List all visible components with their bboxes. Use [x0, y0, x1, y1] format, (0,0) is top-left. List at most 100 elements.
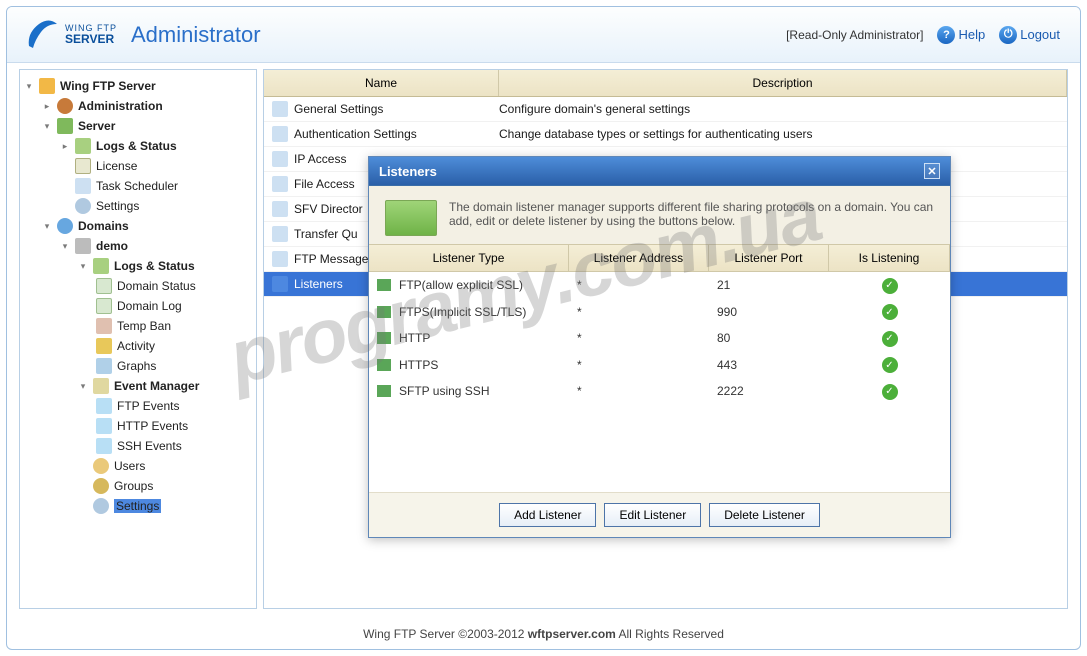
folder-icon — [57, 118, 73, 134]
listener-row[interactable]: SFTP using SSH*2222✓ — [369, 378, 950, 405]
doc-icon — [96, 298, 112, 314]
collapse-icon[interactable]: ▾ — [42, 221, 52, 231]
row-name: IP Access — [294, 152, 346, 166]
listener-address: * — [577, 331, 717, 345]
listener-row[interactable]: HTTPS*443✓ — [369, 352, 950, 379]
row-name: Authentication Settings — [294, 127, 417, 141]
logout-link[interactable]: ⏻ Logout — [999, 26, 1060, 44]
ssh-icon — [96, 438, 112, 454]
row-icon — [272, 201, 288, 217]
tree-temp-ban[interactable]: Temp Ban — [24, 316, 252, 336]
collapse-icon[interactable]: ▾ — [78, 381, 88, 391]
tree-http-events[interactable]: HTTP Events — [24, 416, 252, 436]
collapse-icon[interactable]: ▾ — [78, 261, 88, 271]
tree-root[interactable]: ▾Wing FTP Server — [24, 76, 252, 96]
listener-row[interactable]: HTTP*80✓ — [369, 325, 950, 352]
groups-icon — [93, 478, 109, 494]
tree-demo[interactable]: ▾demo — [24, 236, 252, 256]
collapse-icon[interactable]: ▾ — [60, 241, 70, 251]
footer: Wing FTP Server ©2003-2012 wftpserver.co… — [7, 619, 1080, 649]
row-desc: Change database types or settings for au… — [499, 127, 1059, 141]
footer-link[interactable]: wftpserver.com — [528, 627, 616, 641]
listeners-dialog: Listeners ✕ The domain listener manager … — [368, 156, 951, 538]
tree-server[interactable]: ▾Server — [24, 116, 252, 136]
tree-ftp-events[interactable]: FTP Events — [24, 396, 252, 416]
row-icon — [272, 151, 288, 167]
logs-icon — [93, 258, 109, 274]
collapse-icon[interactable]: ▾ — [42, 121, 52, 131]
tree-ssh-events[interactable]: SSH Events — [24, 436, 252, 456]
tree-settings[interactable]: Settings — [24, 196, 252, 216]
edit-listener-button[interactable]: Edit Listener — [604, 503, 701, 527]
col-name[interactable]: Name — [264, 70, 499, 96]
close-icon[interactable]: ✕ — [924, 163, 940, 179]
listener-address: * — [577, 278, 717, 292]
row-name: Listeners — [294, 277, 343, 291]
check-icon: ✓ — [882, 304, 898, 320]
settings-row[interactable]: General Settings Configure domain's gener… — [264, 97, 1067, 122]
tree-administration[interactable]: ▸Administration — [24, 96, 252, 116]
check-icon: ✓ — [882, 278, 898, 294]
col-listener-port[interactable]: Listener Port — [709, 245, 829, 271]
listener-port: 80 — [717, 331, 837, 345]
collapse-icon[interactable]: ▾ — [24, 81, 34, 91]
listener-port: 990 — [717, 305, 837, 319]
header-bar: WING FTP SERVER Administrator [Read-Only… — [7, 7, 1080, 63]
listener-port: 2222 — [717, 384, 837, 398]
help-link[interactable]: ? Help — [937, 26, 985, 44]
row-desc: Configure domain's general settings — [499, 102, 1059, 116]
dialog-buttons: Add Listener Edit Listener Delete Listen… — [369, 492, 950, 537]
dialog-titlebar[interactable]: Listeners ✕ — [369, 157, 950, 186]
listener-address: * — [577, 305, 717, 319]
row-name: General Settings — [294, 102, 383, 116]
row-icon — [272, 276, 288, 292]
col-description[interactable]: Description — [499, 70, 1067, 96]
tree-users[interactable]: Users — [24, 456, 252, 476]
tree-license[interactable]: License — [24, 156, 252, 176]
nav-tree: ▾Wing FTP Server ▸Administration ▾Server… — [20, 70, 256, 522]
col-listener-type[interactable]: Listener Type — [369, 245, 569, 271]
logout-icon: ⏻ — [999, 26, 1017, 44]
main-header: Name Description — [264, 70, 1067, 97]
expand-icon[interactable]: ▸ — [60, 141, 70, 151]
delete-listener-button[interactable]: Delete Listener — [709, 503, 820, 527]
tree-event-manager[interactable]: ▾Event Manager — [24, 376, 252, 396]
footer-pre: Wing FTP Server ©2003-2012 — [363, 627, 528, 641]
listener-type: HTTP — [399, 331, 430, 345]
dialog-info: The domain listener manager supports dif… — [369, 186, 950, 244]
tree-domain-status[interactable]: Domain Status — [24, 276, 252, 296]
role-label: [Read-Only Administrator] — [786, 28, 923, 42]
check-icon: ✓ — [882, 384, 898, 400]
globe-icon — [57, 218, 73, 234]
tree-logs-status[interactable]: ▸Logs & Status — [24, 136, 252, 156]
tree-activity[interactable]: Activity — [24, 336, 252, 356]
network-icon — [377, 279, 391, 291]
tree-domains[interactable]: ▾Domains — [24, 216, 252, 236]
listener-row[interactable]: FTPS(Implicit SSL/TLS)*990✓ — [369, 299, 950, 326]
listener-row[interactable]: FTP(allow explicit SSL)*21✓ — [369, 272, 950, 299]
app-title: Administrator — [131, 22, 261, 48]
domain-icon — [75, 238, 91, 254]
check-icon: ✓ — [882, 357, 898, 373]
event-icon — [93, 378, 109, 394]
doc-icon — [96, 278, 112, 294]
gear-icon — [75, 198, 91, 214]
tree-demo-settings[interactable]: Settings — [24, 496, 252, 516]
tree-task-scheduler[interactable]: Task Scheduler — [24, 176, 252, 196]
row-icon — [272, 176, 288, 192]
row-name: Transfer Qu — [294, 227, 358, 241]
tree-domain-log[interactable]: Domain Log — [24, 296, 252, 316]
col-is-listening[interactable]: Is Listening — [829, 245, 950, 271]
listener-address: * — [577, 358, 717, 372]
listener-type: FTP(allow explicit SSL) — [399, 278, 523, 292]
expand-icon[interactable]: ▸ — [42, 101, 52, 111]
tree-demo-logs[interactable]: ▾Logs & Status — [24, 256, 252, 276]
tree-groups[interactable]: Groups — [24, 476, 252, 496]
col-listener-address[interactable]: Listener Address — [569, 245, 709, 271]
row-name: FTP Message — [294, 252, 368, 266]
settings-row[interactable]: Authentication Settings Change database t… — [264, 122, 1067, 147]
row-icon — [272, 226, 288, 242]
add-listener-button[interactable]: Add Listener — [499, 503, 596, 527]
row-icon — [272, 101, 288, 117]
tree-graphs[interactable]: Graphs — [24, 356, 252, 376]
